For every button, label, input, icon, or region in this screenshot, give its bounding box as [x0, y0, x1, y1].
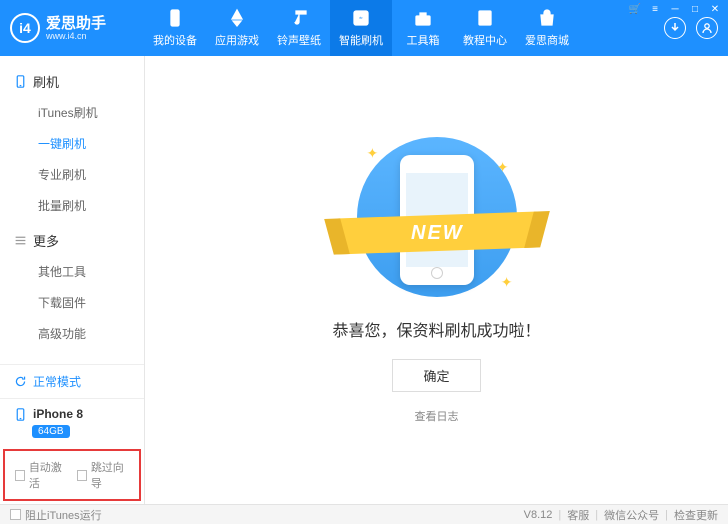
- nav-apps[interactable]: 应用游戏: [206, 0, 268, 56]
- checkbox-icon: [15, 470, 25, 481]
- nav-music[interactable]: 铃声壁纸: [268, 0, 330, 56]
- window-controls: 🛒 ≡ ─ □ ✕: [628, 4, 722, 15]
- sidebar: 刷机iTunes刷机一键刷机专业刷机批量刷机更多其他工具下载固件高级功能 正常模…: [0, 56, 145, 504]
- app-logo: i4 爱思助手 www.i4.cn: [0, 13, 144, 43]
- minimize-icon[interactable]: ─: [668, 4, 682, 15]
- toolbox-icon: [413, 8, 433, 28]
- book-icon: [475, 8, 495, 28]
- status-bar: 阻止iTunes运行 V8.12 | 客服 | 微信公众号 | 检查更新: [0, 504, 728, 524]
- logo-icon: i4: [10, 13, 40, 43]
- new-ribbon: NEW: [337, 211, 537, 254]
- refresh-icon: [14, 375, 27, 388]
- main-nav: 我的设备 应用游戏 铃声壁纸 智能刷机 工具箱 教程中心 爱思商城: [144, 0, 664, 56]
- nav-label: 我的设备: [153, 32, 197, 48]
- nav-toolbox[interactable]: 工具箱: [392, 0, 454, 56]
- wechat-link[interactable]: 微信公众号: [604, 507, 659, 523]
- sidebar-item[interactable]: 下载固件: [0, 287, 144, 318]
- sidebar-item[interactable]: 高级功能: [0, 318, 144, 349]
- cart-icon[interactable]: 🛒: [628, 4, 642, 15]
- nav-flash[interactable]: 智能刷机: [330, 0, 392, 56]
- menu-icon[interactable]: ≡: [648, 4, 662, 15]
- sidebar-item[interactable]: 批量刷机: [0, 190, 144, 221]
- more-icon: [14, 234, 27, 247]
- sidebar-status[interactable]: 正常模式: [0, 364, 144, 398]
- sidebar-item[interactable]: 专业刷机: [0, 159, 144, 190]
- support-link[interactable]: 客服: [567, 507, 589, 523]
- block-itunes-checkbox[interactable]: 阻止iTunes运行: [10, 507, 102, 523]
- sidebar-item[interactable]: 其他工具: [0, 256, 144, 287]
- app-header: i4 爱思助手 www.i4.cn 我的设备 应用游戏 铃声壁纸 智能刷机 工具箱 教程中…: [0, 0, 728, 56]
- nav-book[interactable]: 教程中心: [454, 0, 516, 56]
- shop-icon: [537, 8, 557, 28]
- music-icon: [289, 8, 309, 28]
- user-icon[interactable]: [696, 17, 718, 39]
- nav-label: 智能刷机: [339, 32, 383, 48]
- device-icon: [165, 8, 185, 28]
- nav-label: 工具箱: [407, 32, 440, 48]
- update-link[interactable]: 检查更新: [674, 507, 718, 523]
- device-capacity-badge: 64GB: [32, 425, 70, 438]
- phone-icon: [14, 408, 27, 421]
- sidebar-options: 自动激活跳过向导: [3, 449, 141, 501]
- nav-shop[interactable]: 爱思商城: [516, 0, 578, 56]
- confirm-button[interactable]: 确定: [392, 359, 480, 392]
- success-illustration: ✦ ✦ ✦ NEW: [337, 137, 537, 297]
- phone-icon: [14, 75, 27, 88]
- sidebar-group-header[interactable]: 更多: [0, 225, 144, 256]
- nav-label: 铃声壁纸: [277, 32, 321, 48]
- sidebar-item[interactable]: iTunes刷机: [0, 97, 144, 128]
- option-checkbox[interactable]: 自动激活: [15, 459, 67, 491]
- nav-label: 教程中心: [463, 32, 507, 48]
- logo-title: 爱思助手: [46, 16, 106, 31]
- close-icon[interactable]: ✕: [708, 4, 722, 15]
- view-log-link[interactable]: 查看日志: [415, 408, 459, 424]
- flash-icon: [351, 8, 371, 28]
- success-message: 恭喜您，保资料刷机成功啦！: [332, 317, 540, 341]
- download-icon[interactable]: [664, 17, 686, 39]
- maximize-icon[interactable]: □: [688, 4, 702, 15]
- sidebar-item[interactable]: 一键刷机: [0, 128, 144, 159]
- device-name: iPhone 8: [33, 407, 83, 421]
- sidebar-device[interactable]: iPhone 8 64GB: [0, 398, 144, 446]
- nav-label: 爱思商城: [525, 32, 569, 48]
- option-checkbox[interactable]: 跳过向导: [77, 459, 129, 491]
- main-panel: ✦ ✦ ✦ NEW 恭喜您，保资料刷机成功啦！ 确定 查看日志: [145, 56, 728, 504]
- status-label: 正常模式: [33, 373, 81, 390]
- checkbox-icon: [77, 470, 87, 481]
- apps-icon: [227, 8, 247, 28]
- nav-label: 应用游戏: [215, 32, 259, 48]
- nav-device[interactable]: 我的设备: [144, 0, 206, 56]
- sidebar-group-header[interactable]: 刷机: [0, 66, 144, 97]
- version-label: V8.12: [524, 509, 553, 521]
- logo-url: www.i4.cn: [46, 31, 106, 41]
